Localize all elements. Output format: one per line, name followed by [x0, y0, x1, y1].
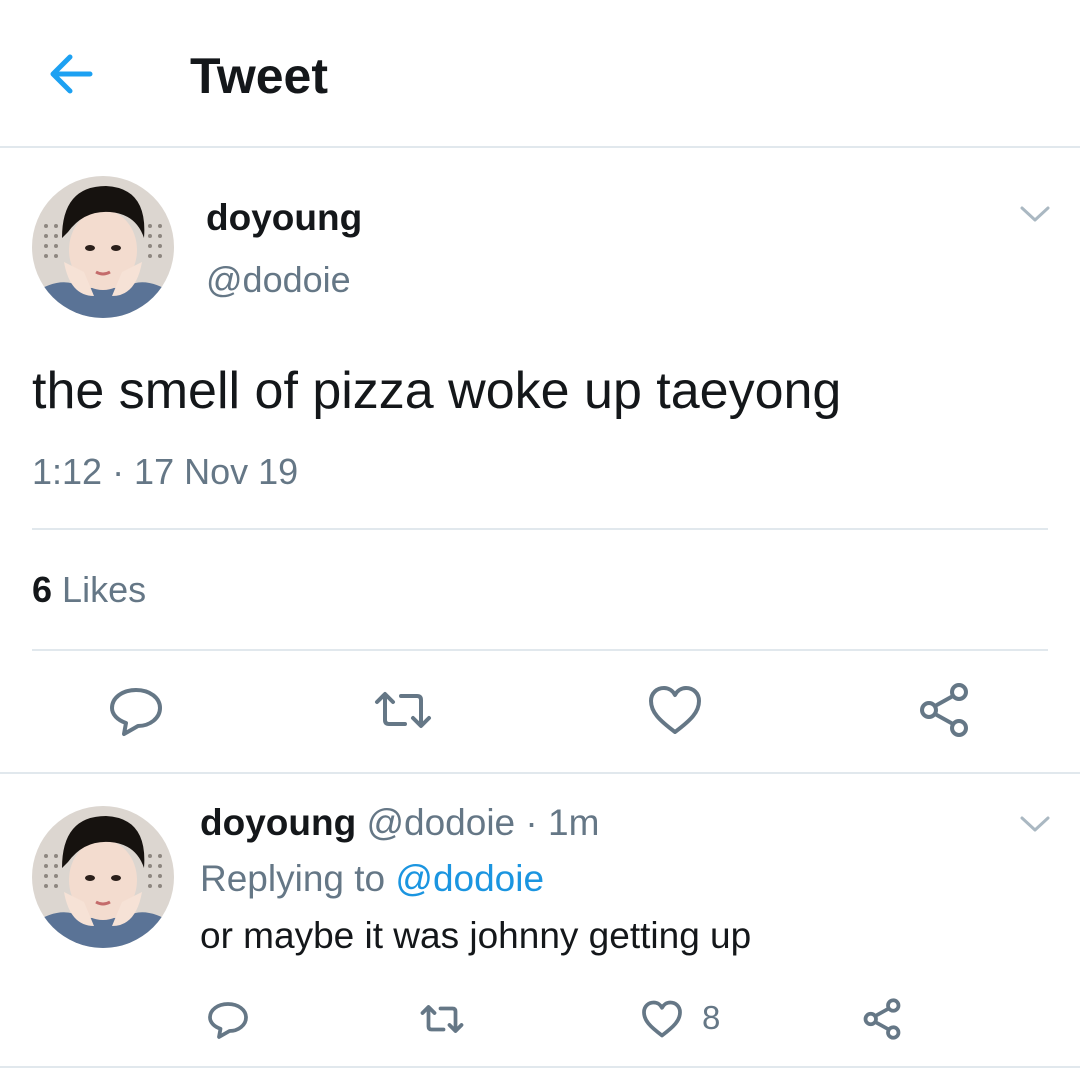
author-name[interactable]: doyoung	[206, 196, 362, 240]
share-icon	[863, 998, 901, 1040]
reply-time: · 1m	[525, 802, 600, 843]
reply-like-button[interactable]	[638, 995, 686, 1043]
back-button[interactable]	[42, 44, 102, 104]
reply-icon	[110, 688, 162, 736]
reply-author-handle[interactable]: @dodoie	[366, 802, 515, 843]
reply-icon	[208, 1002, 248, 1039]
chevron-down-icon	[1020, 206, 1050, 222]
reply-like-count: 8	[702, 999, 721, 1036]
divider	[0, 1066, 1080, 1068]
tweet-text: the smell of pizza woke up taeyong	[32, 362, 842, 420]
top-app-bar	[0, 0, 1080, 148]
replying-to: Replying to @dodoie	[200, 856, 544, 902]
heart-icon	[642, 1000, 682, 1038]
reply-header: doyoung @dodoie · 1m	[200, 800, 599, 846]
reply-retweet-button[interactable]	[418, 995, 466, 1043]
likes-count: 6	[32, 569, 53, 610]
divider	[32, 649, 1048, 651]
arrow-left-icon	[50, 54, 93, 94]
page-title: Tweet	[190, 48, 328, 104]
like-button[interactable]	[643, 678, 707, 742]
chevron-down-icon	[1020, 816, 1050, 832]
likes-label: Likes	[62, 569, 147, 610]
replying-mention-link[interactable]: @dodoie	[395, 858, 544, 899]
divider	[32, 528, 1048, 530]
tweet-timestamp[interactable]: 1:12 · 17 Nov 19	[32, 450, 298, 494]
share-button[interactable]	[912, 678, 976, 742]
retweet-icon	[420, 1005, 464, 1033]
avatar[interactable]	[32, 806, 174, 948]
share-icon	[920, 683, 968, 737]
retweet-button[interactable]	[371, 678, 435, 742]
tweet-menu-button[interactable]	[1012, 196, 1058, 232]
heart-icon	[649, 686, 701, 734]
reply-menu-button[interactable]	[1012, 806, 1058, 842]
reply-reply-button[interactable]	[204, 995, 252, 1043]
avatar[interactable]	[32, 176, 174, 318]
reply-author-name[interactable]: doyoung	[200, 802, 356, 843]
retweet-icon	[375, 692, 431, 728]
author-handle[interactable]: @dodoie	[206, 258, 351, 302]
reply-button[interactable]	[104, 678, 168, 742]
divider	[0, 772, 1080, 774]
reply-text: or maybe it was johnny getting up	[200, 915, 752, 956]
likes-stat[interactable]: 6 Likes	[32, 568, 146, 612]
reply-share-button[interactable]	[858, 995, 906, 1043]
replying-prefix: Replying to	[200, 858, 386, 899]
